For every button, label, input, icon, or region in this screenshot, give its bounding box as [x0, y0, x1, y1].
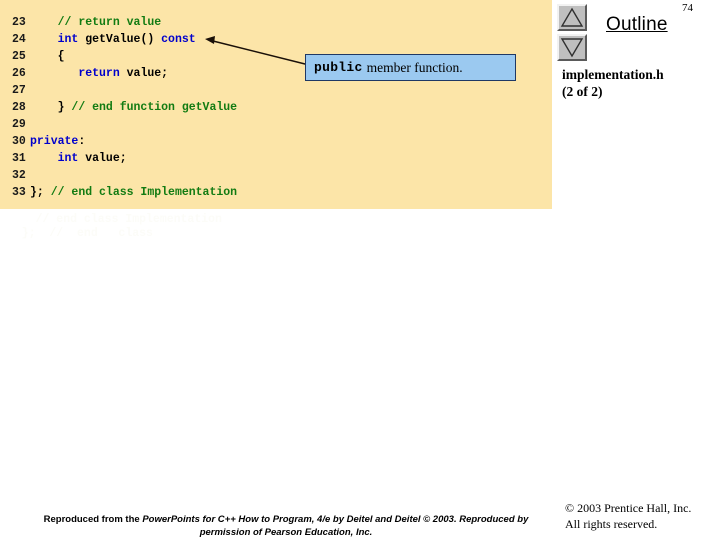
footer-attribution-prefix: Reproduced from the — [43, 514, 143, 525]
code-token-kw: int — [57, 33, 79, 46]
scroll-up-button[interactable] — [557, 4, 587, 31]
code-token-kw: return — [78, 67, 120, 80]
code-line-text: { — [30, 48, 65, 65]
callout-code-keyword: public — [314, 60, 363, 75]
code-token-kw: int — [57, 152, 79, 165]
code-token-kw: private — [30, 135, 79, 148]
triangle-down-icon — [560, 38, 584, 58]
code-token-plain: }; — [30, 186, 51, 199]
code-line-text: } // end function getValue — [30, 99, 237, 116]
code-token-plain: } — [30, 101, 72, 114]
code-line-number: 32 — [12, 169, 26, 182]
callout-public-member-function: public member function. — [305, 54, 516, 81]
code-line: 33}; // end class Implementation — [0, 184, 552, 201]
code-token-cmt: // end function getValue — [71, 101, 238, 114]
code-token-plain: { — [30, 50, 65, 63]
code-line: 29 — [0, 116, 552, 133]
file-label-part: (2 of 2) — [562, 84, 603, 99]
code-line-number: 29 — [12, 118, 26, 131]
outline-sidebar: 74 Outline implementation.h (2 of 2) — [552, 0, 720, 480]
code-token-plain: value; — [78, 152, 127, 165]
code-token-plain: value; — [119, 67, 169, 80]
code-token-plain: : — [78, 135, 86, 148]
code-token-plain: getValue() — [78, 33, 162, 46]
code-line: 31 int value; — [0, 150, 552, 167]
code-line-number: 27 — [12, 84, 26, 97]
code-token-kw: const — [161, 33, 196, 46]
footer-attribution: Reproduced from the PowerPoints for C++ … — [18, 513, 554, 539]
footer-attribution-italic: PowerPoints for C++ How to Program, 4/e … — [142, 514, 529, 538]
footer-copyright: © 2003 Prentice Hall, Inc. All rights re… — [565, 500, 720, 532]
code-listing-panel: 23 // return value 24 int getValue() cons… — [0, 0, 552, 209]
code-line-text: int value; — [30, 150, 127, 167]
code-line: 27 — [0, 82, 552, 99]
callout-description: member function. — [366, 59, 463, 75]
code-line-text: }; // end class Implementation — [30, 184, 237, 201]
code-line: 32 — [0, 167, 552, 184]
code-line-text: int getValue() const — [30, 31, 196, 48]
code-line: 30 private: — [0, 133, 552, 150]
copyright-line-1: © 2003 Prentice Hall, Inc. — [565, 501, 692, 515]
file-label-name: implementation.h — [562, 67, 664, 82]
code-line-text: private: — [30, 133, 85, 150]
file-label: implementation.h (2 of 2) — [562, 66, 718, 100]
code-line-text: return value; — [30, 65, 168, 82]
code-line-text: // return value — [30, 14, 162, 31]
triangle-up-icon — [560, 7, 584, 27]
page-number: 74 — [682, 2, 693, 14]
outline-heading: Outline — [606, 14, 668, 35]
code-line: 23 // return value — [0, 14, 552, 31]
code-token-cmt: // end class Implementation — [50, 186, 238, 199]
code-token-cmt: // return value — [57, 16, 162, 29]
scroll-down-button[interactable] — [557, 34, 587, 61]
code-line: 24 int getValue() const — [0, 31, 552, 48]
copyright-line-2: All rights reserved. — [565, 517, 658, 531]
faded-residual-text: // end class Implementation }; // end cl… — [21, 213, 222, 240]
code-line: 28 } // end function getValue — [0, 99, 552, 116]
